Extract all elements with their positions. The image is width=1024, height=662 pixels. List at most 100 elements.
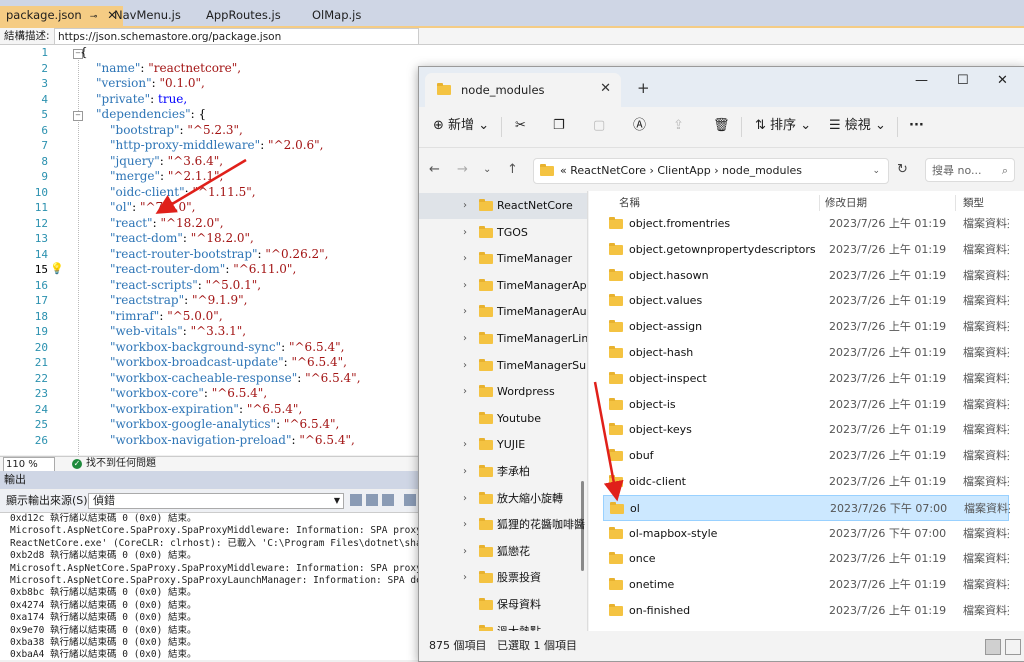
nav-item[interactable]: 保母資料 (419, 592, 587, 618)
chevron-right-icon[interactable]: › (463, 486, 467, 512)
file-row[interactable]: object-is 2023/7/26 上午 01:19 檔案資料夾 (603, 392, 1009, 418)
nav-item[interactable]: › ReactNetCore (419, 193, 587, 219)
file-row[interactable]: object-hash 2023/7/26 上午 01:19 檔案資料夾 (603, 340, 1009, 366)
file-row[interactable]: once 2023/7/26 上午 01:19 檔案資料夾 (603, 546, 1009, 572)
editor-tab-bar: package.json ⊸ ✕ NavMenu.js AppRoutes.js O… (0, 0, 1024, 28)
chevron-right-icon[interactable]: › (463, 565, 467, 591)
file-row[interactable]: object.fromentries 2023/7/26 上午 01:19 檔案資料… (603, 211, 1009, 237)
details-view-icon[interactable] (985, 639, 1001, 655)
find-message-icon[interactable] (350, 494, 362, 506)
nav-item[interactable]: › 李承柏 (419, 459, 587, 485)
file-row[interactable]: on-finished 2023/7/26 上午 01:19 檔案資料夾 (603, 598, 1009, 624)
zoom-select[interactable]: 110 % (3, 457, 55, 472)
chevron-right-icon[interactable]: › (463, 299, 467, 325)
chevron-right-icon[interactable]: › (463, 539, 467, 565)
file-row[interactable]: object-keys 2023/7/26 上午 01:19 檔案資料夾 (603, 417, 1009, 443)
chevron-right-icon[interactable]: › (463, 379, 467, 405)
chevron-right-icon[interactable]: › (463, 326, 467, 352)
folder-icon (609, 475, 623, 487)
tiles-view-icon[interactable] (1005, 639, 1021, 655)
json-key: "reactstrap" (110, 293, 185, 307)
minimize-icon[interactable]: — (915, 73, 928, 88)
chevron-right-icon[interactable]: › (463, 193, 467, 219)
nav-item[interactable]: › Wordpress (419, 379, 587, 405)
nav-item[interactable]: Youtube (419, 406, 587, 432)
output-source-select[interactable]: 偵錯 ▼ (88, 493, 344, 509)
file-list[interactable]: 名稱 ⌃ 修改日期 類型 object.fromentries 2023/7/26… (589, 191, 1024, 631)
file-row[interactable]: ol 2023/7/26 下午 07:00 檔案資料夾 (603, 494, 1010, 521)
output-log[interactable]: 0xd12c 執行緒以結束碼 0 (0x0) 結束。 Microsoft.AspN… (0, 513, 420, 660)
chevron-right-icon[interactable]: › (463, 512, 467, 538)
breadcrumb[interactable]: « ReactNetCore › ClientApp › node_module… (560, 159, 802, 183)
folder-icon (609, 449, 623, 462)
cut-icon[interactable]: ✂ (515, 117, 526, 135)
nav-item[interactable]: › TGOS (419, 220, 587, 246)
refresh-icon[interactable]: ↻ (897, 162, 908, 177)
share-icon[interactable]: ⇪ (673, 117, 684, 135)
tab-olmap-js[interactable]: OlMap.js (306, 6, 367, 24)
tab-navmenu-js[interactable]: NavMenu.js (108, 6, 187, 24)
clear-all-icon[interactable] (404, 494, 416, 506)
tab-approutes-js[interactable]: AppRoutes.js (200, 6, 287, 24)
nav-item[interactable]: › YUJIE (419, 432, 587, 458)
delete-icon[interactable]: 🗑 (713, 117, 730, 135)
nav-item[interactable]: › TimeManagerLin (419, 326, 587, 352)
chevron-right-icon[interactable]: › (463, 273, 467, 299)
chevron-right-icon[interactable]: › (463, 432, 467, 458)
nav-item[interactable]: › TimeManagerSu (419, 353, 587, 379)
file-row[interactable]: object.values 2023/7/26 上午 01:19 檔案資料夾 (603, 288, 1009, 314)
view-button[interactable]: ☰ 檢視 ⌄ (829, 117, 886, 135)
column-divider[interactable] (819, 195, 820, 211)
file-row[interactable]: object.getownpropertydescriptors 2023/7/2… (603, 237, 1009, 263)
nav-item[interactable]: › 狐戀花 (419, 539, 587, 565)
chevron-down-icon[interactable]: ⌄ (872, 159, 880, 183)
file-row[interactable]: object-inspect 2023/7/26 上午 01:19 檔案資料夾 (603, 366, 1009, 392)
chevron-right-icon[interactable]: › (463, 220, 467, 246)
file-row[interactable]: object-assign 2023/7/26 上午 01:19 檔案資料夾 (603, 314, 1009, 340)
file-row[interactable]: onetime 2023/7/26 上午 01:19 檔案資料夾 (603, 572, 1009, 598)
file-row[interactable]: obuf 2023/7/26 上午 01:19 檔案資料夾 (603, 443, 1009, 469)
maximize-icon[interactable]: ☐ (957, 73, 969, 88)
prev-message-icon[interactable] (366, 494, 378, 506)
nav-item[interactable]: › TimeManagerAu (419, 299, 587, 325)
navigation-pane[interactable]: › ReactNetCore › TGOS › TimeManager › TimeManag… (419, 191, 588, 631)
copy-icon[interactable]: ❐ (553, 117, 565, 135)
chevron-right-icon[interactable]: › (463, 353, 467, 379)
nav-item[interactable]: 溫大熱點 (419, 619, 587, 631)
file-row[interactable]: ol-mapbox-style 2023/7/26 下午 07:00 檔案資料夾 (603, 521, 1009, 547)
close-tab-icon[interactable]: ✕ (600, 81, 611, 96)
rename-icon[interactable]: Ⓐ (633, 117, 646, 135)
nav-item[interactable]: › 狐狸的花醬咖啡醬 (419, 512, 587, 538)
recent-locations-icon[interactable]: ⌄ (483, 164, 491, 175)
next-message-icon[interactable] (382, 494, 394, 506)
file-row[interactable]: object.hasown 2023/7/26 上午 01:19 檔案資料夾 (603, 263, 1009, 289)
close-window-icon[interactable]: ✕ (997, 73, 1008, 88)
nav-item[interactable]: › 股票投資 (419, 565, 587, 591)
new-button[interactable]: ⊕ 新增 ⌄ (433, 117, 489, 135)
nav-item[interactable]: › 放大縮小旋轉 (419, 486, 587, 512)
column-divider[interactable] (955, 195, 956, 211)
line-number: 14 (34, 247, 48, 261)
file-row[interactable]: oidc-client 2023/7/26 上午 01:19 檔案資料夾 (603, 469, 1009, 495)
pin-icon[interactable]: ⊸ (90, 12, 98, 22)
forward-icon[interactable]: → (457, 162, 468, 177)
search-input[interactable]: 搜尋 no... ⌕ (925, 158, 1015, 182)
json-value: "^3.3.1", (190, 324, 247, 338)
nav-item[interactable]: › TimeManager (419, 246, 587, 272)
schema-url-field[interactable]: https://json.schemastore.org/package.jso… (54, 28, 419, 45)
up-icon[interactable]: ↑ (507, 162, 518, 177)
back-icon[interactable]: ← (429, 162, 440, 177)
sort-button[interactable]: ⇅ 排序 ⌄ (755, 117, 811, 135)
paste-icon[interactable]: ▢ (593, 117, 605, 135)
address-bar[interactable]: « ReactNetCore › ClientApp › node_module… (533, 158, 889, 184)
new-tab-icon[interactable]: + (637, 79, 650, 97)
chevron-right-icon[interactable]: › (463, 246, 467, 272)
tab-package-json[interactable]: package.json ⊸ ✕ (0, 6, 123, 26)
chevron-right-icon[interactable]: › (463, 459, 467, 485)
more-options-icon[interactable]: ··· (909, 117, 924, 135)
lightbulb-icon[interactable]: 💡 (50, 262, 64, 275)
fold-toggle-icon[interactable]: − (73, 111, 83, 121)
file-type: 檔案資料夾 (963, 294, 1009, 308)
nav-item[interactable]: › TimeManagerAp (419, 273, 587, 299)
explorer-tab[interactable]: node_modules ✕ (425, 73, 621, 107)
